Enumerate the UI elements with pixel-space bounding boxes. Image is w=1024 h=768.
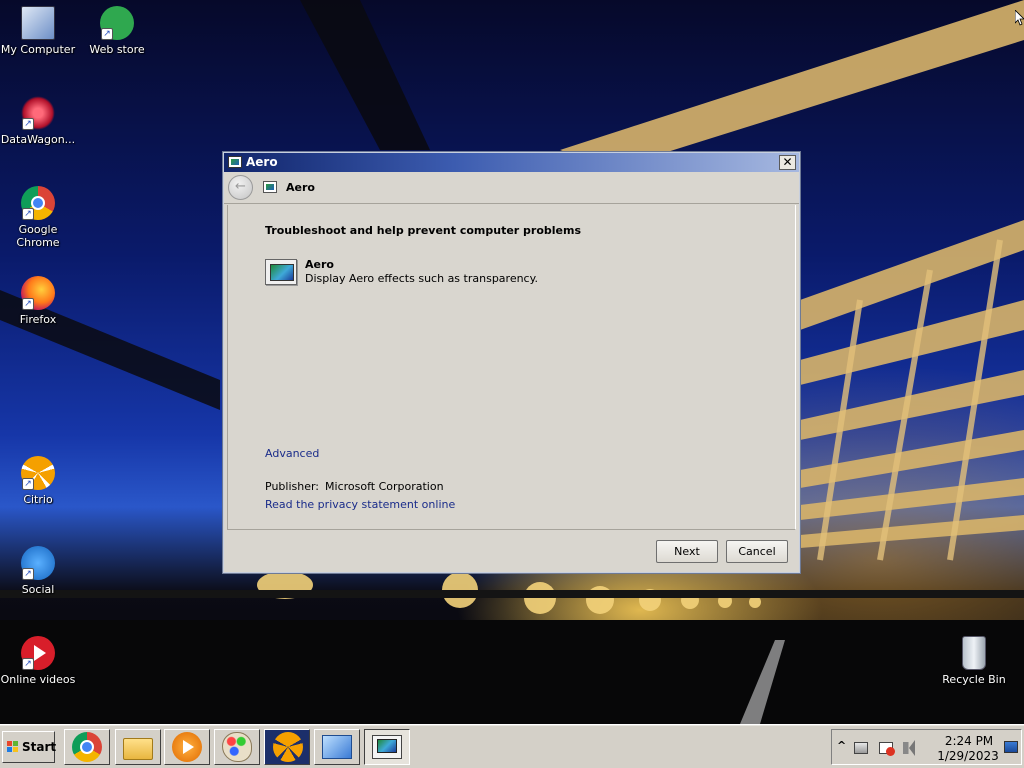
troubleshooter-name: Aero [305,258,334,271]
show-hidden-icons-button[interactable]: ^ [837,739,846,752]
dialog-content: Troubleshoot and help prevent computer p… [227,205,796,530]
desktop-icon-online-videos[interactable]: ↗ Online videos [0,636,78,686]
show-desktop-icon[interactable] [1004,741,1018,753]
desktop-icon-datawagon[interactable]: ↗ DataWagon... [0,96,78,146]
taskbar-citrio[interactable] [264,729,310,765]
desktop-icon-citrio[interactable]: ↗ Citrio [0,456,78,506]
nav-title: Aero [286,181,315,194]
desktop-icon-label: Online videos [0,673,76,686]
shortcut-arrow-icon: ↗ [22,208,34,220]
publisher-value: Microsoft Corporation [325,480,444,493]
desktop-icon-web-store[interactable]: ↗ Web store [77,6,157,56]
aero-troubleshooter-icon [372,735,402,759]
volume-speaker-icon[interactable] [903,740,917,756]
paint-icon [222,732,252,762]
file-explorer-icon [123,738,153,760]
dialog-title: Aero [246,155,278,169]
desktop-icon-label: DataWagon... [0,133,76,146]
chrome-icon: ↗ [21,186,55,220]
desktop-icon-label: Recycle Bin [942,673,1006,686]
shortcut-arrow-icon: ↗ [22,478,34,490]
control-panel-icon [322,735,352,759]
privacy-statement-link[interactable]: Read the privacy statement online [265,498,455,511]
recycle-bin-icon [962,636,986,670]
aero-app-icon [228,156,242,168]
shortcut-arrow-icon: ↗ [22,298,34,310]
shortcut-arrow-icon: ↗ [22,118,34,130]
desktop-icon-label: Google Chrome [16,223,60,249]
datawagon-icon: ↗ [21,96,55,130]
desktop-icon-google-chrome[interactable]: ↗ Google Chrome [0,186,78,249]
next-button[interactable]: Next [656,540,718,563]
taskbar: Start ^ 2:24 PM 1/29/2023 [0,724,1024,768]
troubleshooter-description: Display Aero effects such as transparenc… [305,272,539,285]
shortcut-arrow-icon: ↗ [101,28,113,40]
start-button[interactable]: Start [2,731,57,763]
taskbar-file-explorer[interactable] [115,729,161,765]
computer-icon [21,6,55,40]
windows-logo-icon [7,741,19,753]
taskbar-paint[interactable] [214,729,260,765]
desktop-icon-label: Social [21,583,55,596]
troubleshooter-monitor-icon [265,259,297,285]
publisher-label: Publisher: [265,480,320,493]
citrio-logo-icon [273,732,303,762]
desktop-icon-label: My Computer [0,43,76,56]
aero-troubleshooter-dialog: Aero ✕ ← Aero Troubleshoot and help prev… [222,151,801,574]
firefox-icon: ↗ [21,276,55,310]
publisher-line: Publisher: Microsoft Corporation [265,480,444,493]
store-icon: ↗ [100,6,134,40]
taskbar-chrome[interactable] [64,729,110,765]
taskbar-control-panel[interactable] [314,729,360,765]
citrio-icon: ↗ [21,456,55,490]
dialog-navbar: ← Aero [224,172,799,204]
desktop-icon-label: Firefox [19,313,57,326]
clock-date[interactable]: 1/29/2023 [932,749,1004,763]
advanced-link[interactable]: Advanced [265,447,319,460]
chrome-icon [72,732,102,762]
shortcut-arrow-icon: ↗ [22,658,34,670]
desktop-icon-recycle-bin[interactable]: Recycle Bin [934,636,1014,686]
desktop-icon-label: Citrio [23,493,53,506]
desktop-icon-firefox[interactable]: ↗ Firefox [0,276,78,326]
media-player-icon [172,732,202,762]
clock-time[interactable]: 2:24 PM [936,734,1002,748]
desktop-icon-label: Web store [89,43,145,56]
shortcut-arrow-icon: ↗ [22,568,34,580]
aero-nav-icon [263,181,277,193]
desktop-icon-my-computer[interactable]: My Computer [0,6,78,56]
page-heading: Troubleshoot and help prevent computer p… [265,224,582,237]
close-button[interactable]: ✕ [779,155,796,170]
dialog-titlebar[interactable]: Aero ✕ [224,153,799,172]
video-icon: ↗ [21,636,55,670]
taskbar-aero-troubleshooter[interactable] [364,729,410,765]
social-icon: ↗ [21,546,55,580]
taskbar-media-player[interactable] [164,729,210,765]
mouse-cursor-icon [1015,10,1024,26]
cancel-button[interactable]: Cancel [726,540,788,563]
back-arrow-icon[interactable]: ← [228,175,253,200]
desktop-icon-social[interactable]: ↗ Social [0,546,78,596]
start-label: Start [22,740,57,754]
network-icon[interactable] [854,742,868,754]
action-center-flag-icon[interactable] [879,742,895,756]
system-tray: ^ 2:24 PM 1/29/2023 [831,729,1022,765]
